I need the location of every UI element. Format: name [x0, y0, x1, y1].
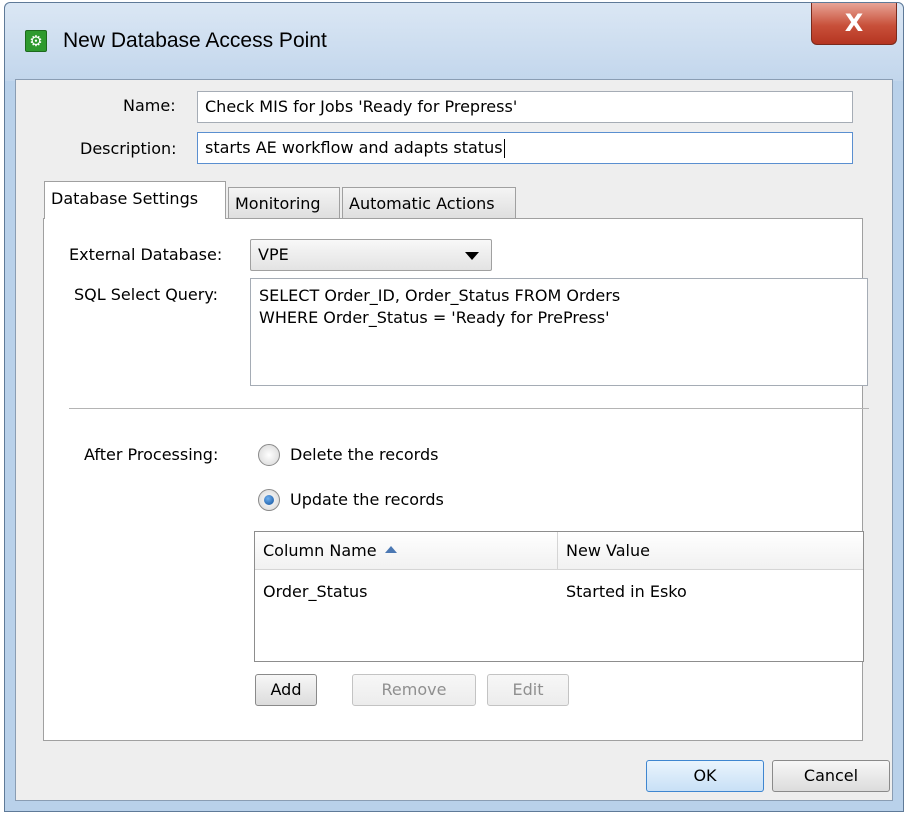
name-input[interactable]: Check MIS for Jobs 'Ready for Prepress' — [197, 91, 853, 123]
table-cell-column-name[interactable]: Order_Status — [263, 582, 367, 601]
close-button[interactable]: X — [811, 3, 897, 45]
dialog-body: Name: Check MIS for Jobs 'Ready for Prep… — [15, 79, 893, 801]
gear-icon: ⚙ — [25, 30, 47, 52]
window-title: New Database Access Point — [63, 29, 327, 52]
tab-database-settings[interactable]: Database Settings — [44, 181, 226, 219]
add-button[interactable]: Add — [255, 674, 317, 706]
radio-update-records[interactable] — [258, 489, 280, 511]
update-columns-table: Column Name New Value Order_Status Start… — [254, 531, 864, 662]
dialog-window: ⚙ New Database Access Point X Name: Chec… — [4, 2, 904, 812]
description-label: Description: — [80, 139, 177, 158]
external-database-label: External Database: — [69, 245, 223, 264]
name-label: Name: — [123, 96, 176, 115]
ok-button[interactable]: OK — [646, 760, 764, 792]
column-header-new-value[interactable]: New Value — [557, 532, 863, 570]
title-bar[interactable]: ⚙ New Database Access Point X — [5, 3, 903, 81]
chevron-down-icon — [465, 252, 479, 260]
column-header-column-name[interactable]: Column Name — [255, 532, 557, 570]
sql-query-textarea[interactable]: SELECT Order_ID, Order_Status FROM Order… — [250, 278, 868, 386]
after-processing-label: After Processing: — [84, 445, 219, 464]
sort-ascending-icon — [384, 546, 397, 553]
edit-button[interactable]: Edit — [487, 674, 569, 706]
cancel-button[interactable]: Cancel — [772, 760, 890, 792]
external-database-value: VPE — [258, 245, 289, 264]
remove-button[interactable]: Remove — [352, 674, 476, 706]
sql-query-label: SQL Select Query: — [74, 285, 219, 304]
radio-delete-label[interactable]: Delete the records — [290, 445, 438, 464]
description-value: starts AE workflow and adapts status — [205, 138, 503, 157]
external-database-select[interactable]: VPE — [250, 239, 492, 271]
tab-panel-database-settings: External Database: VPE SQL Select Query:… — [43, 218, 869, 741]
column-header-label: Column Name — [263, 541, 377, 560]
description-input[interactable]: starts AE workflow and adapts status — [197, 132, 853, 164]
tab-automatic-actions[interactable]: Automatic Actions — [342, 187, 516, 219]
separator — [69, 408, 869, 409]
table-cell-new-value[interactable]: Started in Esko — [566, 582, 687, 601]
tab-monitoring[interactable]: Monitoring — [228, 187, 340, 219]
text-caret — [503, 139, 505, 158]
radio-update-label[interactable]: Update the records — [290, 490, 444, 509]
radio-delete-records[interactable] — [258, 444, 280, 466]
